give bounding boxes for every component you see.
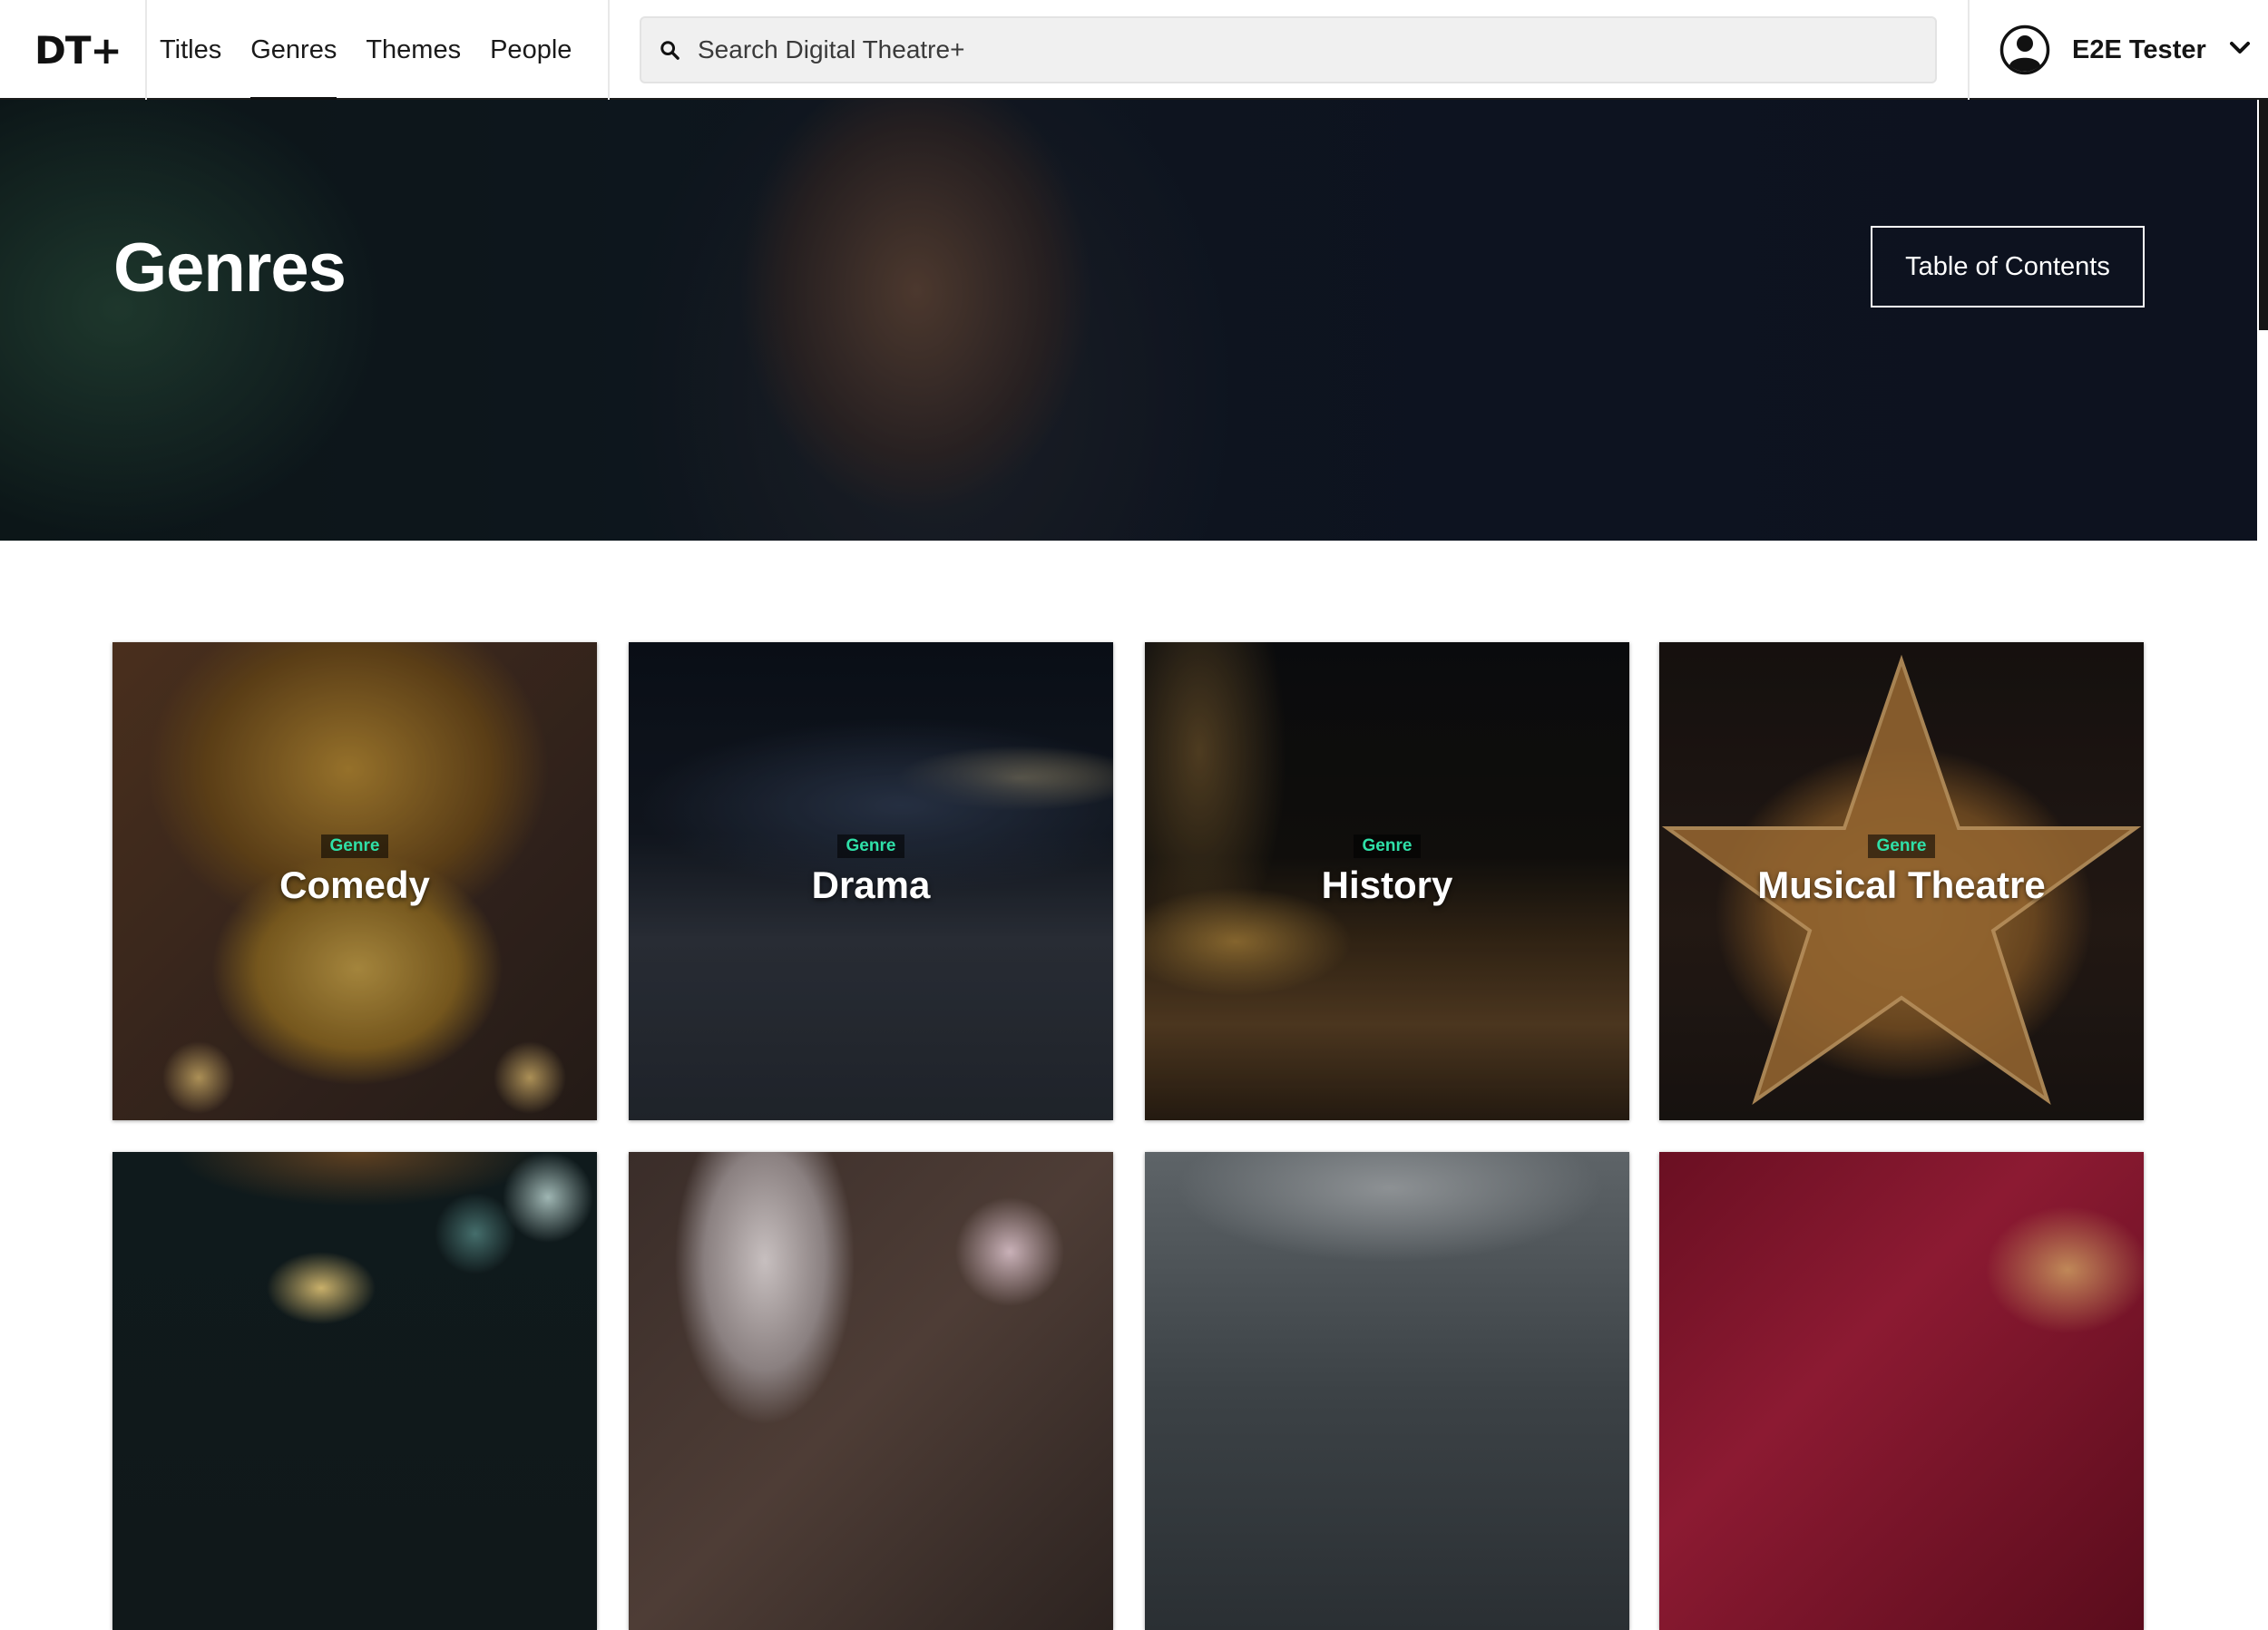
main-nav: Titles Genres Themes People xyxy=(145,0,586,101)
hero-image-overlay xyxy=(0,100,2257,541)
dt-plus-logo[interactable]: DT+ xyxy=(34,0,122,100)
genre-tag: Genre xyxy=(320,835,389,858)
nav-item-people[interactable]: People xyxy=(490,0,572,100)
genre-card-comedy[interactable]: Genre Comedy xyxy=(112,642,597,1120)
hero-banner: Genres Table of Contents xyxy=(0,100,2257,541)
genre-card[interactable] xyxy=(112,1152,597,1630)
search-icon xyxy=(641,16,698,83)
genre-tag: Genre xyxy=(1867,835,1936,858)
genre-name: History xyxy=(1321,864,1453,906)
genre-card-drama[interactable]: Genre Drama xyxy=(629,642,1113,1120)
header-divider xyxy=(1968,0,1970,100)
genre-name: Musical Theatre xyxy=(1757,864,2046,906)
card-caption: Genre History xyxy=(1145,835,1629,907)
card-image xyxy=(112,1152,597,1630)
genre-card[interactable] xyxy=(1659,1152,2144,1630)
card-image xyxy=(1659,1152,2144,1630)
search-bar[interactable] xyxy=(640,16,1937,83)
top-navigation-bar: DT+ Titles Genres Themes People E2E Test… xyxy=(0,0,2268,101)
genre-card[interactable] xyxy=(1145,1152,1629,1630)
genre-card-musical-theatre[interactable]: Genre Musical Theatre xyxy=(1659,642,2144,1120)
card-caption: Genre Comedy xyxy=(112,835,597,907)
nav-item-genres[interactable]: Genres xyxy=(250,0,337,101)
table-of-contents-button[interactable]: Table of Contents xyxy=(1871,226,2145,307)
scrollbar-thumb[interactable] xyxy=(2259,100,2268,330)
genre-card[interactable] xyxy=(629,1152,1113,1630)
card-image xyxy=(1145,1152,1629,1630)
card-caption: Genre Drama xyxy=(629,835,1113,907)
genre-tag: Genre xyxy=(1353,835,1422,858)
header-divider xyxy=(608,0,610,100)
chevron-down-icon[interactable] xyxy=(2229,41,2250,60)
user-avatar-icon xyxy=(1999,24,2050,75)
user-menu[interactable]: E2E Tester xyxy=(1999,0,2250,100)
genre-name: Comedy xyxy=(279,864,430,906)
user-name: E2E Tester xyxy=(2072,34,2206,64)
card-caption: Genre Musical Theatre xyxy=(1659,835,2144,907)
nav-item-titles[interactable]: Titles xyxy=(160,0,221,100)
genre-card-history[interactable]: Genre History xyxy=(1145,642,1629,1120)
search-input[interactable] xyxy=(698,35,1935,64)
nav-item-themes[interactable]: Themes xyxy=(366,0,461,100)
card-image xyxy=(629,1152,1113,1630)
page-title: Genres xyxy=(113,229,347,307)
genre-name: Drama xyxy=(811,864,931,906)
genre-tag: Genre xyxy=(836,835,905,858)
